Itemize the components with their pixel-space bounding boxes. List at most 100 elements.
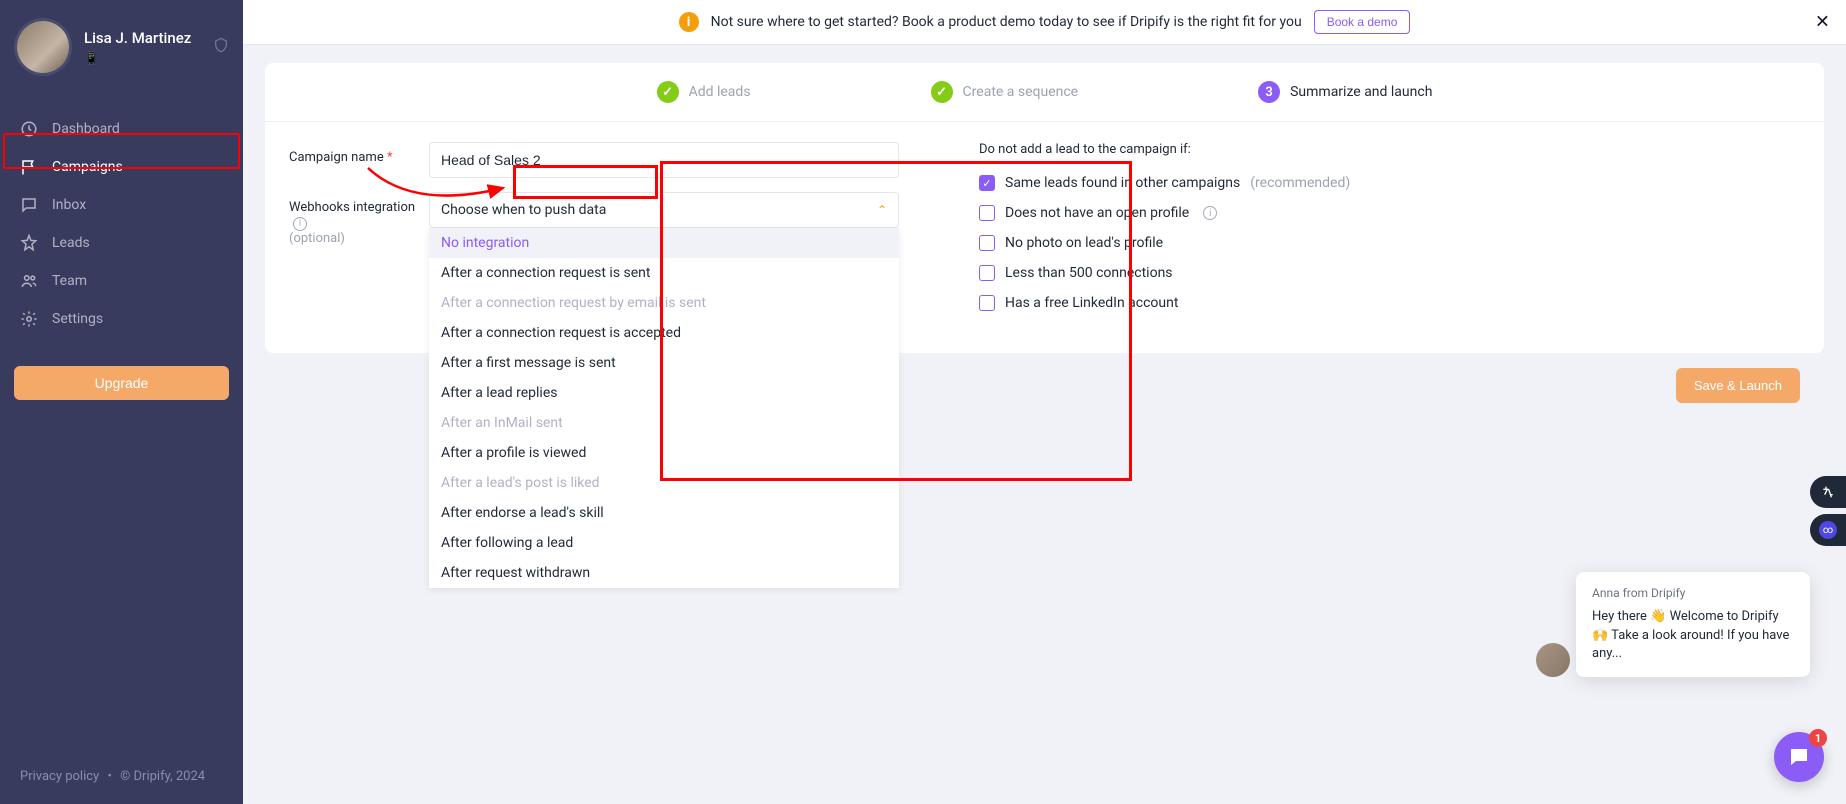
form-right: Do not add a lead to the campaign if: ✓S… [939, 142, 1800, 325]
book-demo-button[interactable]: Book a demo [1314, 10, 1411, 34]
webhooks-select: Choose when to push data ⌃ No integratio… [429, 192, 899, 228]
linkedin-icon: 📱 [84, 51, 99, 65]
sidebar-item-dashboard[interactable]: Dashboard [0, 110, 243, 148]
dropdown-option[interactable]: After a connection request is accepted [429, 318, 899, 348]
exclude-option[interactable]: Does not have an open profile i [979, 205, 1800, 221]
select-placeholder: Choose when to push data [441, 202, 606, 218]
side-widget-help[interactable]: ∞ [1810, 514, 1846, 546]
close-icon[interactable]: ✕ [1815, 12, 1830, 33]
dropdown-option[interactable]: After request withdrawn [429, 558, 899, 588]
sidebar-item-campaigns[interactable]: Campaigns [0, 148, 243, 186]
sidebar-item-label: Leads [52, 235, 90, 251]
dropdown-option: After a lead's post is liked [429, 468, 899, 498]
sidebar-footer: Privacy policy • © Dripify, 2024 [0, 755, 243, 804]
avatar-ring [14, 18, 72, 76]
exclude-option[interactable]: No photo on lead's profile [979, 235, 1800, 251]
chat-bubble[interactable]: Anna from Dripify Hey there 👋 Welcome to… [1576, 572, 1810, 677]
chevron-up-icon: ⌃ [877, 203, 887, 217]
sidebar-nav: Dashboard Campaigns Inbox Leads Team Set… [0, 110, 243, 338]
chat-from: Anna from Dripify [1592, 586, 1794, 600]
label-text: Campaign name [289, 150, 384, 165]
check-icon: ✓ [931, 81, 953, 103]
clock-icon [20, 120, 38, 138]
step-label: Create a sequence [963, 84, 1079, 100]
gear-icon [20, 310, 38, 328]
chat-launcher-button[interactable]: 1 [1774, 732, 1824, 782]
exclude-option[interactable]: Less than 500 connections [979, 265, 1800, 281]
users-icon [20, 272, 38, 290]
sidebar-item-label: Settings [52, 311, 103, 327]
step-label: Add leads [689, 84, 751, 100]
sidebar-item-team[interactable]: Team [0, 262, 243, 300]
step-label: Summarize and launch [1290, 84, 1432, 100]
dropdown-option[interactable]: After a connection request is sent [429, 258, 899, 288]
chat-avatar [1536, 643, 1570, 677]
sidebar-item-label: Campaigns [52, 159, 123, 175]
message-icon [20, 196, 38, 214]
label-text: Webhooks integration [289, 200, 415, 215]
check-label: Has a free LinkedIn account [1005, 295, 1178, 311]
select-trigger[interactable]: Choose when to push data ⌃ [429, 192, 899, 228]
sidebar-item-label: Team [52, 273, 87, 289]
save-launch-button[interactable]: Save & Launch [1676, 368, 1800, 403]
check-icon: ✓ [657, 81, 679, 103]
upgrade-button[interactable]: Upgrade [14, 366, 229, 400]
dropdown-option[interactable]: After a profile is viewed [429, 438, 899, 468]
privacy-link[interactable]: Privacy policy [20, 769, 99, 784]
sidebar-item-settings[interactable]: Settings [0, 300, 243, 338]
campaign-name-input[interactable] [429, 142, 899, 178]
field-label: Webhooks integration i (optional) [289, 192, 429, 246]
profile-block: Lisa J. Martinez 📱 [0, 0, 243, 94]
dropdown-option[interactable]: After endorse a lead's skill [429, 498, 899, 528]
dropdown-option[interactable]: No integration [429, 228, 899, 258]
checkbox[interactable] [979, 235, 995, 251]
dropdown-option[interactable]: After a lead replies [429, 378, 899, 408]
check-label: Does not have an open profile [1005, 205, 1189, 221]
exclude-option[interactable]: Has a free LinkedIn account [979, 295, 1800, 311]
dropdown-option[interactable]: After a first message is sent [429, 348, 899, 378]
checkbox[interactable]: ✓ [979, 175, 995, 191]
sidebar-item-leads[interactable]: Leads [0, 224, 243, 262]
side-widget-translate[interactable] [1810, 476, 1846, 508]
info-icon[interactable]: i [1203, 206, 1217, 220]
dropdown-option[interactable]: After following a lead [429, 528, 899, 558]
step-number: 3 [1258, 81, 1280, 103]
sidebar: Lisa J. Martinez 📱 Dashboard Campaigns I… [0, 0, 243, 804]
step-add-leads[interactable]: ✓ Add leads [657, 81, 751, 103]
step-summarize[interactable]: 3 Summarize and launch [1258, 81, 1432, 103]
copyright: © Dripify, 2024 [120, 769, 205, 784]
profile-meta: 📱 [84, 51, 201, 65]
checkbox[interactable] [979, 265, 995, 281]
dropdown-list: No integrationAfter a connection request… [429, 228, 899, 588]
sidebar-item-label: Dashboard [52, 121, 120, 137]
avatar[interactable] [17, 21, 69, 73]
form-left: Campaign name * Webhooks integration i (… [289, 142, 899, 325]
recommended-tag: (recommended) [1250, 175, 1350, 191]
shield-icon [213, 37, 229, 57]
content: ✓ Add leads ✓ Create a sequence 3 Summar… [243, 45, 1846, 353]
exclude-option[interactable]: ✓Same leads found in other campaigns (re… [979, 175, 1800, 191]
flag-icon [20, 158, 38, 176]
info-icon: i [679, 12, 699, 32]
profile-info: Lisa J. Martinez 📱 [84, 29, 201, 65]
info-icon[interactable]: i [293, 217, 307, 231]
checkbox[interactable] [979, 205, 995, 221]
sidebar-item-label: Inbox [52, 197, 86, 213]
stepper: ✓ Add leads ✓ Create a sequence 3 Summar… [265, 63, 1824, 122]
field-campaign-name: Campaign name * [289, 142, 899, 178]
campaign-card: ✓ Add leads ✓ Create a sequence 3 Summar… [265, 63, 1824, 353]
optional-text: (optional) [289, 231, 429, 246]
dropdown-option: After a connection request by email is s… [429, 288, 899, 318]
form: Campaign name * Webhooks integration i (… [265, 122, 1824, 353]
check-label: No photo on lead's profile [1005, 235, 1163, 251]
checkbox[interactable] [979, 295, 995, 311]
banner-text: Not sure where to get started? Book a pr… [711, 14, 1302, 30]
check-label: Less than 500 connections [1005, 265, 1173, 281]
field-label: Campaign name * [289, 142, 429, 165]
separator: • [107, 769, 111, 784]
sidebar-item-inbox[interactable]: Inbox [0, 186, 243, 224]
star-icon [20, 234, 38, 252]
step-sequence[interactable]: ✓ Create a sequence [931, 81, 1079, 103]
chat-badge: 1 [1809, 729, 1827, 747]
banner: i Not sure where to get started? Book a … [243, 0, 1846, 45]
